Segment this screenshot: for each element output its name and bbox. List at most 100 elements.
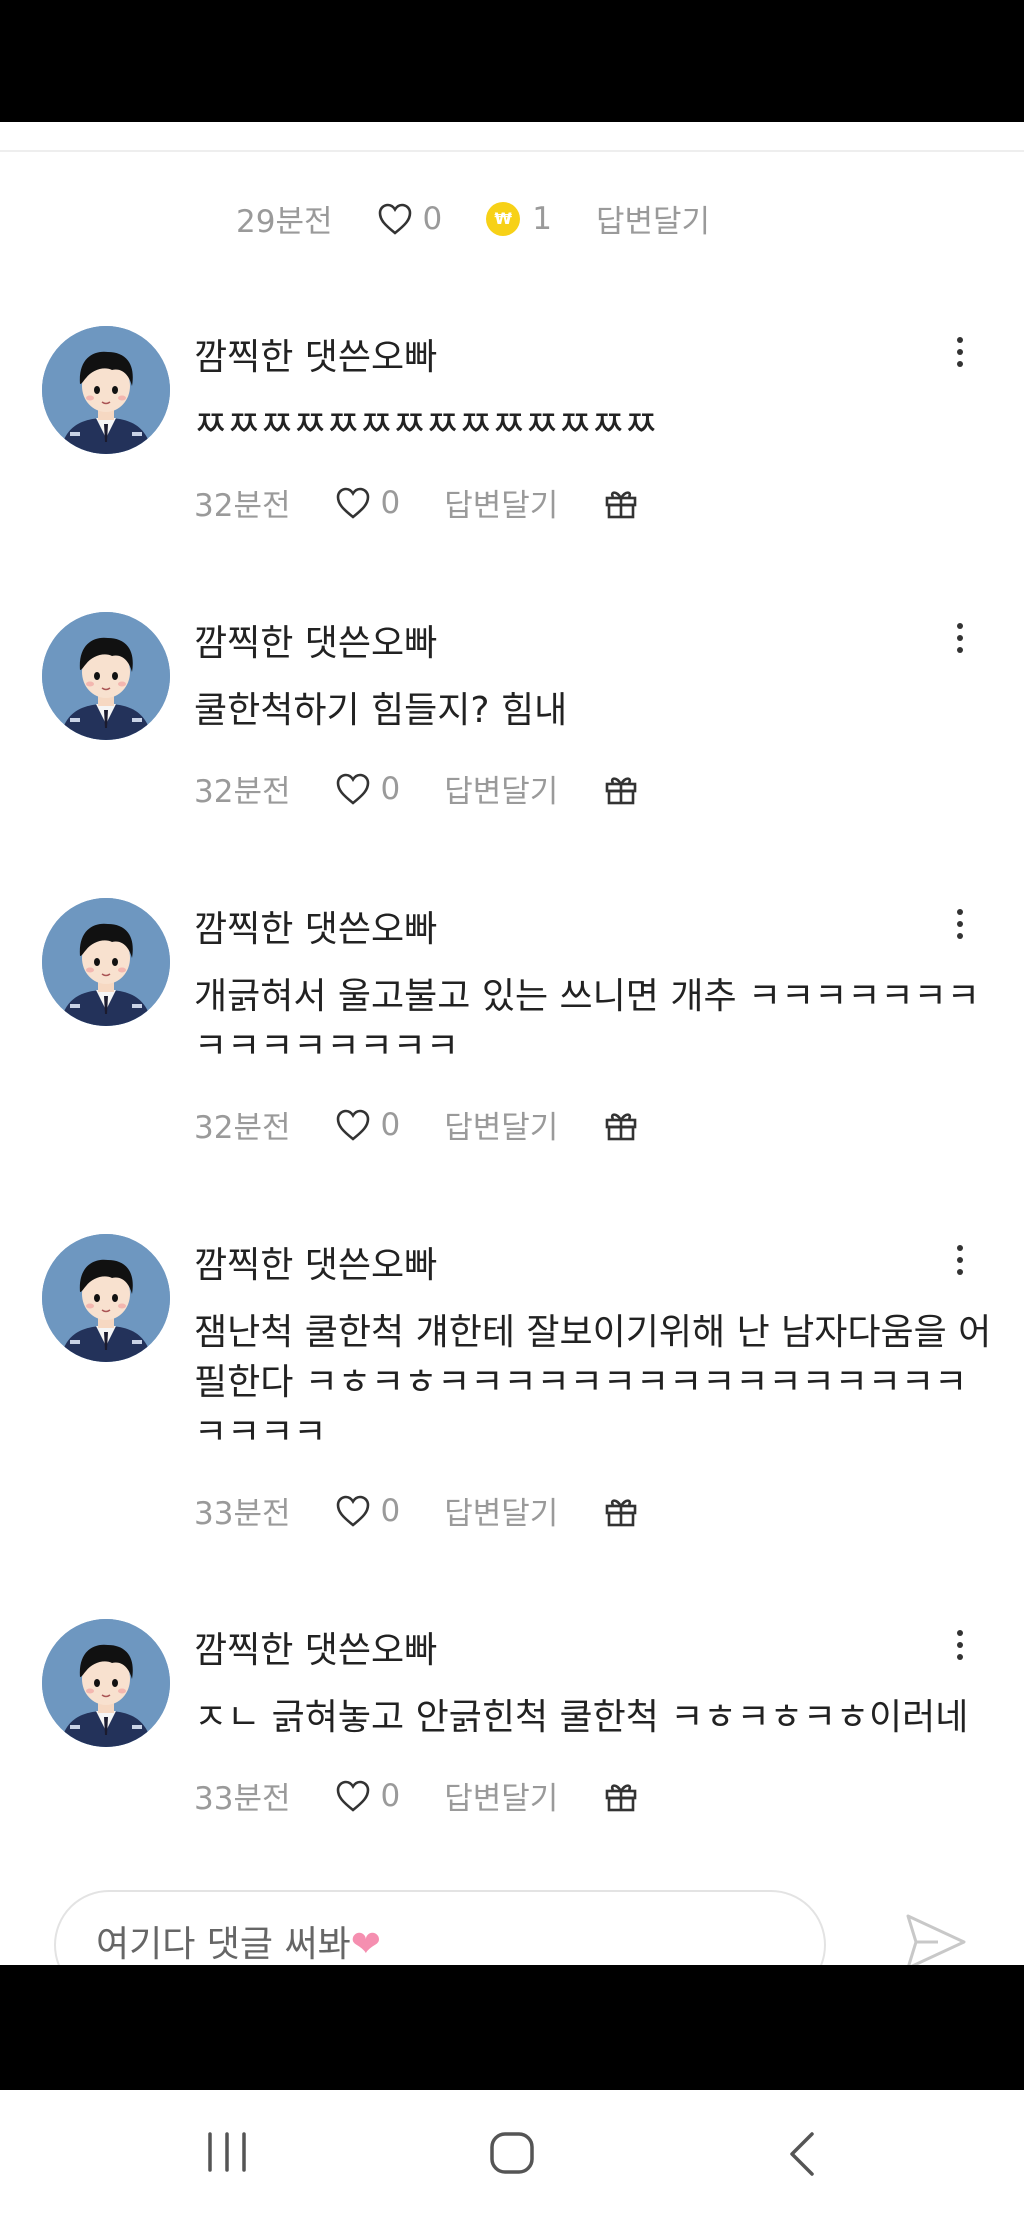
gift-button[interactable] (604, 772, 638, 806)
kebab-dot (957, 647, 963, 653)
heart-icon (336, 773, 369, 805)
gift-button[interactable] (604, 486, 638, 520)
more-options-button[interactable] (948, 1242, 972, 1278)
more-options-button[interactable] (948, 620, 972, 656)
avatar-illustration (42, 1234, 170, 1362)
comment-time: 32분전 (194, 1110, 291, 1146)
comment-author[interactable]: 깜찍한 댓쓴오빠 (194, 1621, 437, 1673)
reply-button[interactable]: 답변달기 (444, 1773, 558, 1818)
heart-icon (336, 487, 369, 519)
divider (0, 150, 1024, 152)
send-icon (906, 1914, 966, 1970)
avatar[interactable] (42, 1619, 170, 1747)
comment-placeholder: 여기다 댓글 써봐 (96, 1924, 351, 1965)
comment-author[interactable]: 깜찍한 댓쓴오빠 (194, 1236, 437, 1288)
like-button[interactable]: 0 (335, 770, 401, 807)
gift-icon (606, 490, 637, 518)
reply-button[interactable]: 답변달기 (444, 1102, 558, 1147)
back-arrow-icon (790, 2132, 814, 2176)
more-options-button[interactable] (948, 906, 972, 942)
like-button[interactable]: 0 (335, 1777, 401, 1814)
comment-text: 쿨한척하기 힘들지? 힘내 (194, 690, 568, 731)
gift-icon (606, 1498, 637, 1526)
comment-meta: 32분전 0 답변달기 (194, 480, 638, 525)
gift-button[interactable] (604, 1494, 638, 1528)
kebab-dot (957, 933, 963, 939)
comment-author[interactable]: 깜찍한 댓쓴오빠 (194, 614, 437, 666)
kebab-dot (957, 623, 963, 629)
kebab-dot (957, 635, 963, 641)
comment-time: 32분전 (194, 488, 291, 524)
reply-button[interactable]: 답변달기 (444, 766, 558, 811)
comment-meta: 32분전 0 답변달기 (194, 1102, 638, 1147)
comment-meta: 33분전 0 답변달기 (194, 1488, 638, 1533)
comment-time: 33분전 (194, 1781, 291, 1817)
like-button[interactable]: 0 (335, 1492, 401, 1529)
comment-text: ㅉㅉㅉㅉㅉㅉㅉㅉㅉㅉㅉㅉㅉㅉ (194, 404, 658, 445)
comment-author[interactable]: 깜찍한 댓쓴오빠 (194, 900, 437, 952)
like-count: 0 (422, 200, 443, 237)
kebab-dot (957, 361, 963, 367)
recent-apps-icon (208, 2132, 246, 2172)
kebab-dot (957, 921, 963, 927)
comment-meta: 33분전 0 답변달기 (194, 1773, 638, 1818)
avatar-illustration (42, 326, 170, 454)
comment-meta: 32분전 0 답변달기 (194, 766, 638, 811)
avatar[interactable] (42, 612, 170, 740)
kebab-dot (957, 909, 963, 915)
kebab-dot (957, 1269, 963, 1275)
avatar[interactable] (42, 898, 170, 1026)
status-bar-mask (0, 0, 1024, 122)
reply-button[interactable]: 답변달기 (444, 1488, 558, 1533)
previous-comment-meta: 29분전 0 ₩ 1 답변달기 (236, 196, 756, 241)
gift-button[interactable] (604, 1779, 638, 1813)
kebab-dot (957, 1654, 963, 1660)
more-options-button[interactable] (948, 334, 972, 370)
like-button[interactable]: 0 (377, 200, 443, 237)
gift-button[interactable] (604, 1108, 638, 1142)
screen-mask-bottom (0, 1965, 1024, 2090)
comment-time: 29분전 (236, 204, 333, 240)
kebab-dot (957, 1245, 963, 1251)
like-count: 0 (380, 1492, 401, 1529)
reply-button[interactable]: 답변달기 (596, 196, 710, 241)
avatar-illustration (42, 898, 170, 1026)
coin-icon: ₩ (486, 201, 521, 236)
kebab-dot (957, 337, 963, 343)
comment-text: 잼난척 쿨한척 걔한테 잘보이기위해 난 남자다움을 어필한다 ㅋㅎㅋㅎㅋㅋㅋㅋ… (194, 1312, 992, 1453)
kebab-dot (957, 1630, 963, 1636)
avatar[interactable] (42, 1234, 170, 1362)
more-options-button[interactable] (948, 1627, 972, 1663)
pink-heart-icon: ❤ (350, 1924, 381, 1965)
coin-button[interactable]: ₩ 1 (486, 201, 552, 237)
coin-count: 1 (532, 200, 552, 237)
heart-icon (336, 1780, 369, 1812)
avatar[interactable] (42, 326, 170, 454)
avatar-illustration (42, 1619, 170, 1747)
gift-icon (606, 1783, 637, 1811)
like-button[interactable]: 0 (335, 484, 401, 521)
reply-button[interactable]: 답변달기 (444, 480, 558, 525)
comment-time: 32분전 (194, 774, 291, 810)
system-nav-bar (0, 2090, 1024, 2219)
like-count: 0 (380, 1106, 401, 1143)
like-count: 0 (380, 484, 401, 521)
heart-icon (336, 1109, 369, 1141)
comment-text: 개긁혀서 울고불고 있는 쓰니면 개추 ㅋㅋㅋㅋㅋㅋㅋㅋㅋㅋㅋㅋㅋㅋㅋ (194, 976, 980, 1067)
home-button[interactable] (488, 2130, 536, 2180)
comment-time: 33분전 (194, 1496, 291, 1532)
recent-apps-button[interactable] (204, 2130, 250, 2178)
previous-comment-text-partial (255, 118, 266, 158)
kebab-dot (957, 349, 963, 355)
comment-author[interactable]: 깜찍한 댓쓴오빠 (194, 328, 437, 380)
like-count: 0 (380, 770, 401, 807)
home-icon (490, 2132, 534, 2174)
back-button[interactable] (784, 2130, 820, 2182)
kebab-dot (957, 1257, 963, 1263)
kebab-dot (957, 1642, 963, 1648)
like-button[interactable]: 0 (335, 1106, 401, 1143)
heart-icon (336, 1495, 369, 1527)
avatar-illustration (42, 612, 170, 740)
like-count: 0 (380, 1777, 401, 1814)
gift-icon (606, 1112, 637, 1140)
